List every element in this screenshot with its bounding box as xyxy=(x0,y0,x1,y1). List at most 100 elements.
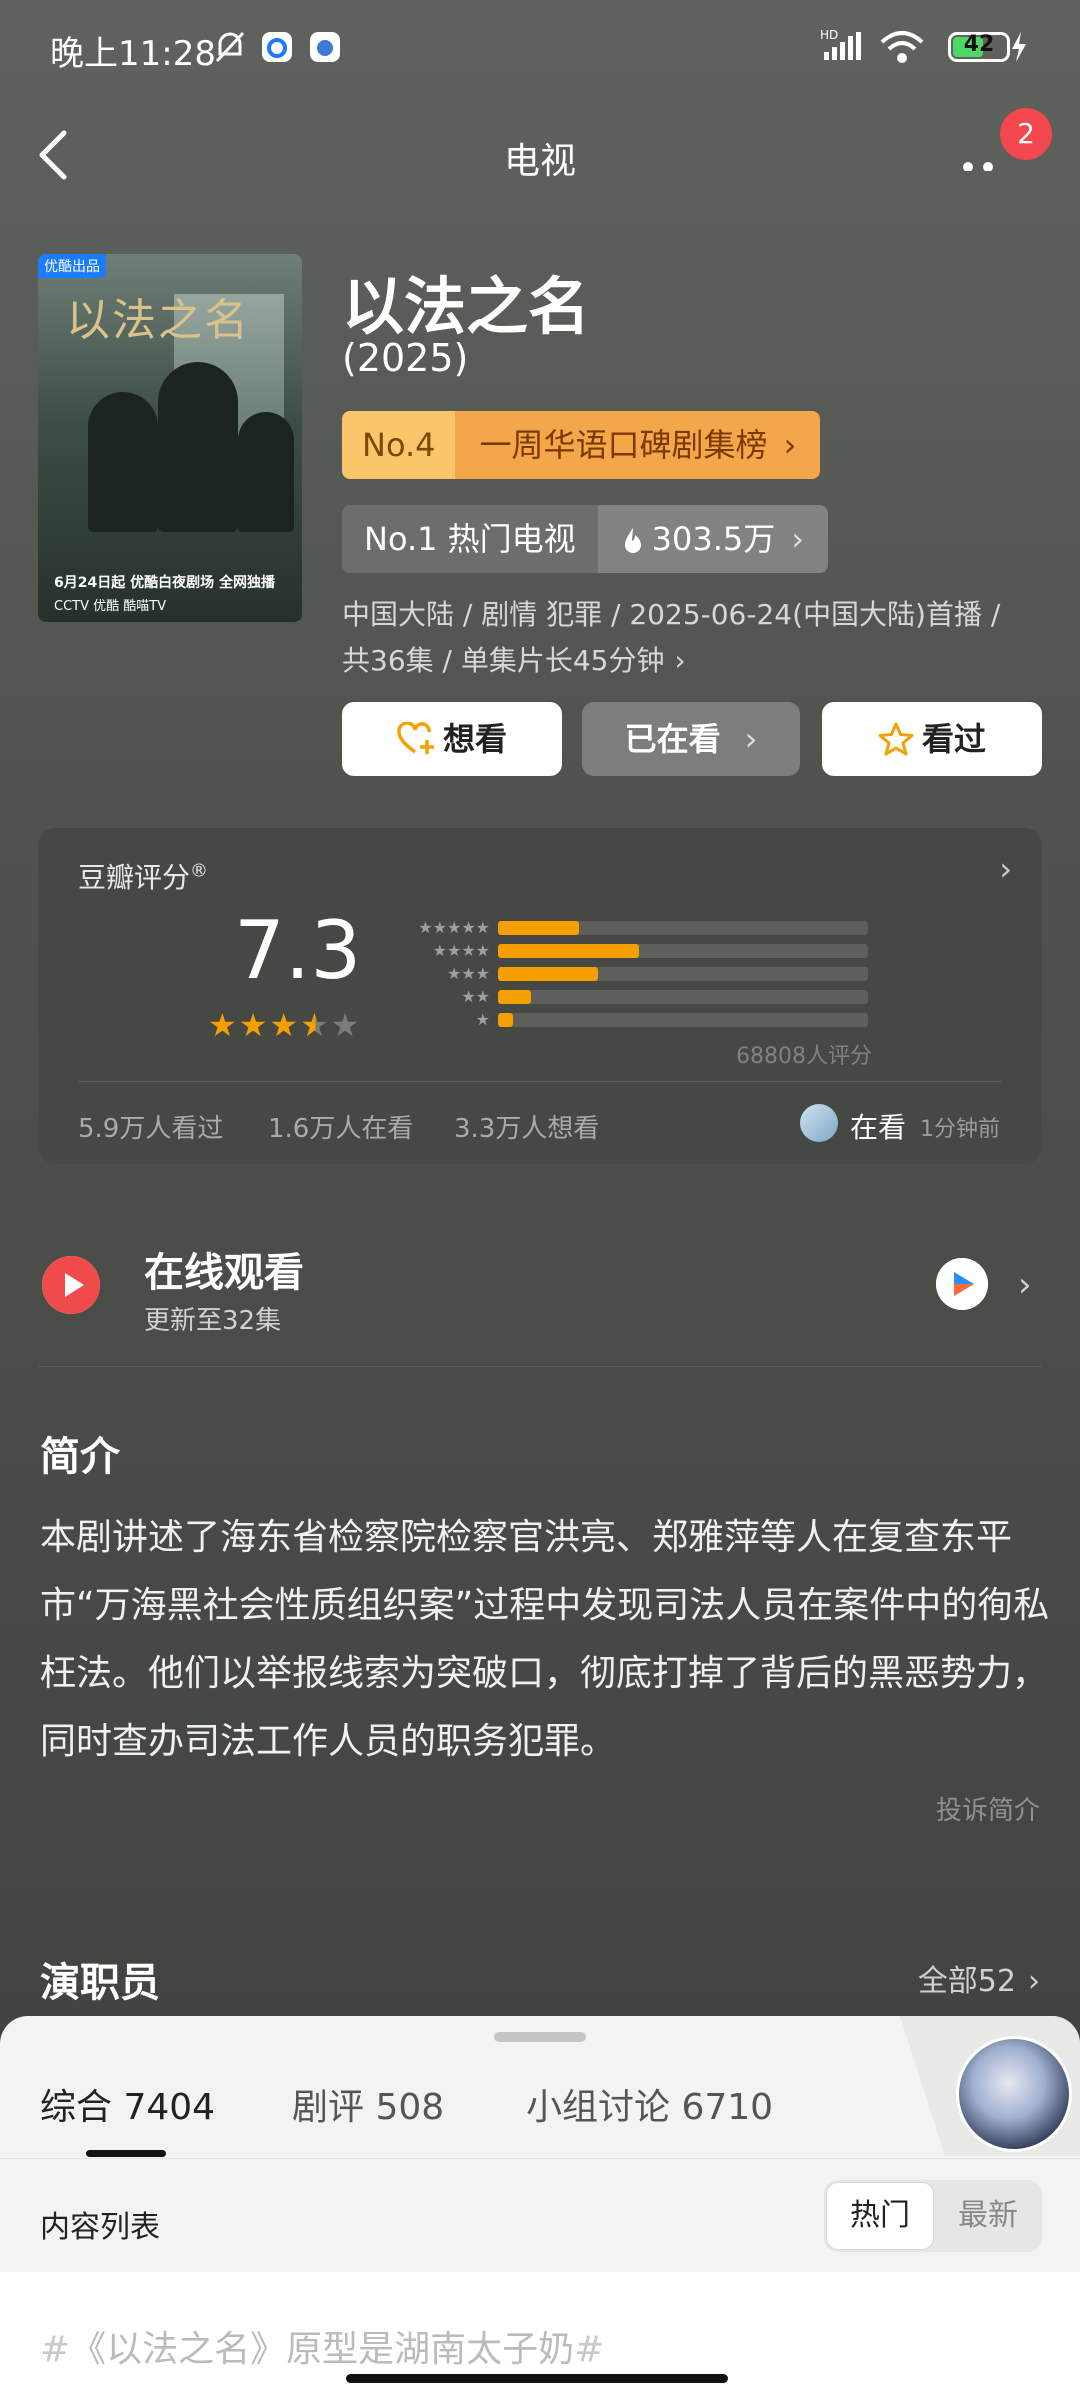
signal-icon: HD xyxy=(820,28,866,66)
rating-bar-track xyxy=(498,989,868,1004)
cast-all-link[interactable]: 全部52 › xyxy=(918,1956,1040,2000)
watching-count: 1.6万人在看 xyxy=(268,1114,414,1144)
ranking-badge[interactable]: No.4 一周华语口碑剧集榜 › xyxy=(342,411,821,479)
poster-release-text: 6月24日起 优酷白夜剧场 全网独播 xyxy=(54,575,275,591)
watching-button[interactable]: 已在看 › xyxy=(582,702,800,776)
cast-title: 演职员 xyxy=(40,1960,160,2006)
rating-label: 豆瓣评分® xyxy=(78,860,209,894)
rating-bar-track xyxy=(498,920,868,935)
chevron-right-icon: › xyxy=(783,426,797,464)
tab-general[interactable]: 综合 7404 xyxy=(40,2078,215,2130)
status-time: 晚上11:28 xyxy=(50,34,216,74)
online-watch-subtitle: 更新至32集 xyxy=(144,1306,282,1336)
hot-tv-badge[interactable]: No.1 热门电视 303.5万 › xyxy=(342,505,829,573)
rating-card[interactable]: 豆瓣评分® › 7.3 ★★★★★ ★★★★★ ★★★★ ★★★ ★★ ★ 68808人… xyxy=(38,828,1042,1164)
rating-bar-fill xyxy=(498,966,598,981)
chevron-right-icon: › xyxy=(1028,1964,1040,1999)
show-poster[interactable]: 优酷出品 以法之名 6月24日起 优酷白夜剧场 全网独播 CCTV 优酷 酷喵T… xyxy=(38,254,302,622)
poster-figure xyxy=(238,412,294,532)
battery-icon: 42 xyxy=(948,32,1010,62)
chevron-right-icon: › xyxy=(999,850,1012,888)
avatar xyxy=(800,1104,838,1142)
intro-text: 本剧讲述了海东省检察院检察官洪亮、郑雅萍等人在复查东平市“万海黑社会性质组织案”… xyxy=(40,1517,1050,1762)
hot-tv-value: 303.5万 › xyxy=(597,505,829,573)
sheet-drag-handle[interactable] xyxy=(494,2032,586,2042)
youku-logo-icon[interactable] xyxy=(936,1258,988,1310)
rank-number: No.4 xyxy=(342,411,456,479)
divider xyxy=(0,2158,1080,2159)
rating-score: 7.3 xyxy=(234,904,362,997)
show-year: (2025) xyxy=(342,336,469,380)
poster-tag: 优酷出品 xyxy=(38,254,106,278)
rating-bar-track xyxy=(498,1012,868,1027)
notification-badge: 2 xyxy=(1000,108,1052,160)
watched-button[interactable]: 看过 xyxy=(822,702,1042,776)
divider xyxy=(78,1081,1002,1082)
tab-reviews[interactable]: 剧评 508 xyxy=(292,2078,444,2130)
tab-indicator xyxy=(86,2150,166,2157)
play-icon[interactable] xyxy=(42,1256,100,1314)
want-count: 3.3万人想看 xyxy=(454,1114,600,1144)
more-dots-icon xyxy=(963,162,993,172)
rating-distribution: ★★★★★ ★★★★ ★★★ ★★ ★ xyxy=(398,916,868,1031)
rating-bar-track xyxy=(498,966,868,981)
poster-title: 以法之名 xyxy=(66,295,250,346)
rating-bar-row: ★★★★★ xyxy=(398,916,868,939)
show-title: 以法之名 xyxy=(342,270,591,343)
list-item[interactable]: #《以法之名》原型是湖南太子奶# xyxy=(40,2320,604,2372)
rating-bar-row: ★★ xyxy=(398,985,868,1008)
chevron-right-icon: › xyxy=(674,644,686,677)
mute-icon xyxy=(214,30,246,68)
sort-hot-button[interactable]: 热门 xyxy=(826,2182,934,2250)
show-meta[interactable]: 中国大陆 / 剧情 犯罪 / 2025-06-24(中国大陆)首播 / 共36集… xyxy=(342,592,1042,684)
app-notification-icon-2 xyxy=(310,32,340,62)
sort-new-button[interactable]: 最新 xyxy=(936,2182,1040,2250)
status-bar: 晚上11:28 HD 42 xyxy=(0,0,1080,96)
now-watching-label: 在看 xyxy=(850,1111,907,1144)
poster-figure xyxy=(88,392,158,532)
chevron-right-icon[interactable]: › xyxy=(1018,1265,1032,1305)
meta-line-1: 中国大陆 / 剧情 犯罪 / 2025-06-24(中国大陆)首播 / xyxy=(342,598,1001,631)
rank-list-name: 一周华语口碑剧集榜 › xyxy=(455,411,821,479)
rating-bar-stars: ★★ xyxy=(461,987,490,1006)
more-button[interactable] xyxy=(960,135,1000,181)
content-list-label: 内容列表 xyxy=(40,2210,160,2245)
chevron-right-icon: › xyxy=(744,720,758,758)
rating-count: 68808人评分 xyxy=(736,1044,872,1069)
rating-bar-fill xyxy=(498,989,532,1004)
poster-platform-text: CCTV 优酷 酷喵TV xyxy=(54,599,167,614)
page-title: 电视 xyxy=(503,141,576,182)
wifi-icon xyxy=(880,30,924,68)
tab-group-discussion[interactable]: 小组讨论 6710 xyxy=(526,2078,773,2130)
rating-bar-stars: ★★★ xyxy=(446,964,490,983)
home-indicator[interactable] xyxy=(346,2374,728,2383)
user-avatar[interactable] xyxy=(956,2036,1072,2152)
charging-icon xyxy=(1010,32,1028,66)
online-watch-title[interactable]: 在线观看 xyxy=(144,1240,304,1298)
sort-toggle[interactable]: 热门 最新 xyxy=(824,2180,1042,2252)
rating-bar-row: ★★★★ xyxy=(398,939,868,962)
rating-bar-fill xyxy=(498,1012,513,1027)
star-outline-icon xyxy=(878,722,914,756)
rating-bar-fill xyxy=(498,943,639,958)
rating-bar-stars: ★★★★★ xyxy=(418,918,490,937)
heart-plus-icon xyxy=(397,721,434,754)
rating-bar-stars: ★★★★ xyxy=(432,941,490,960)
intro-title: 简介 xyxy=(40,1434,120,1480)
rating-bar-row: ★★★ xyxy=(398,962,868,985)
rating-bar-fill xyxy=(498,920,580,935)
rating-stars: ★★★★★ xyxy=(208,1006,362,1044)
poster-figure xyxy=(158,362,238,532)
now-watching-time: 1分钟前 xyxy=(920,1117,1000,1142)
hot-tv-label: No.1 热门电视 xyxy=(342,505,598,573)
report-intro-link[interactable]: 投诉简介 xyxy=(936,1790,1040,1827)
rating-bar-stars: ★ xyxy=(475,1010,490,1029)
want-to-watch-button[interactable]: 想看 xyxy=(342,702,562,776)
chevron-right-icon: › xyxy=(791,520,805,558)
rating-bar-row: ★ xyxy=(398,1008,868,1031)
divider xyxy=(38,1366,1042,1367)
seen-count: 5.9万人看过 xyxy=(78,1114,224,1144)
meta-line-2: 共36集 / 单集片长45分钟 › xyxy=(342,644,686,677)
app-notification-icon xyxy=(262,32,292,62)
flame-icon xyxy=(624,528,641,553)
